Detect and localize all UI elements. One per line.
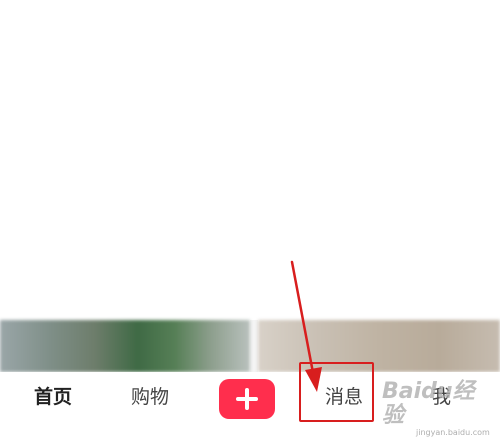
feed-thumbnail-blurred[interactable] xyxy=(258,320,500,372)
tab-shop[interactable]: 购物 xyxy=(131,382,169,412)
annotation-highlight-box xyxy=(299,362,374,422)
feed-thumbnails xyxy=(0,320,500,372)
tab-me[interactable]: 我 xyxy=(432,382,451,412)
plus-icon xyxy=(236,388,258,410)
bottom-tab-bar: 首页 购物 消息 我 xyxy=(0,372,500,435)
feed-thumbnail-blurred[interactable] xyxy=(0,320,250,372)
publish-button[interactable] xyxy=(219,379,275,419)
feed-content-area xyxy=(0,0,500,320)
tab-home[interactable]: 首页 xyxy=(34,382,72,412)
thumbnail-gap xyxy=(250,320,258,372)
